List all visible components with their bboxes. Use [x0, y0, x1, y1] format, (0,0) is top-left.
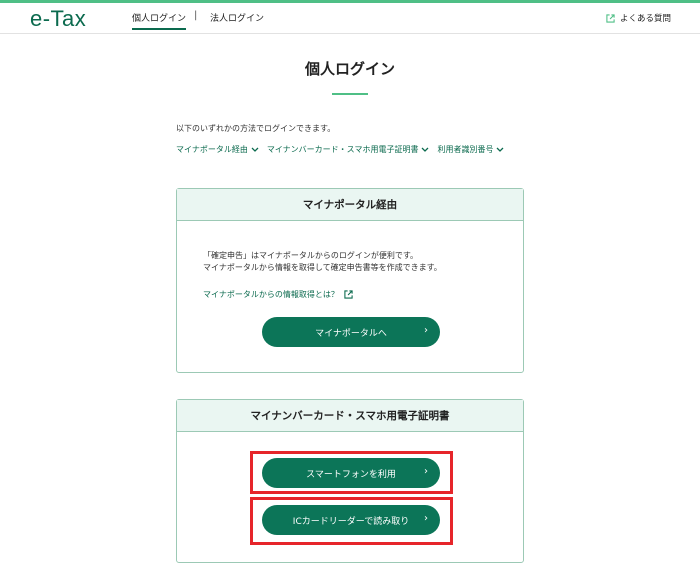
method-link-label: マイナンバーカード・スマホ用電子証明書: [266, 145, 419, 154]
title-underline: [332, 93, 368, 95]
chevron-down-icon: [421, 147, 429, 152]
button-label: マイナポータルへ: [315, 328, 387, 339]
faq-link[interactable]: よくある質問: [606, 12, 671, 24]
highlight-box-icreader: [250, 497, 453, 545]
tab-personal-login[interactable]: 個人ログイン: [132, 11, 187, 30]
portal-info-link-label: マイナポータルからの情報取得とは？: [203, 290, 339, 299]
page-title: 個人ログイン: [304, 60, 395, 78]
chevron-right-icon: ›: [424, 325, 428, 336]
method-link-portal[interactable]: マイナポータル経由: [176, 144, 259, 155]
tab-corporate-login[interactable]: 法人ログイン: [210, 11, 264, 24]
portal-info-link[interactable]: マイナポータルからの情報取得とは？: [203, 289, 353, 300]
card-description-line2: マイナポータルから情報を取得して確定申告書等を作成できます。: [203, 263, 442, 272]
chevron-down-icon: [251, 147, 259, 152]
intro-text: 以下のいずれかの方法でログインできます。: [176, 124, 336, 133]
card-mynaportal: マイナポータル経由 「確定申告」はマイナポータルからのログインが便利です。 マイ…: [176, 188, 524, 373]
method-link-card[interactable]: マイナンバーカード・スマホ用電子証明書: [267, 144, 430, 155]
etax-logo[interactable]: e-Tax: [30, 6, 86, 32]
card-title: マイナポータル経由: [177, 189, 523, 221]
mynaportal-button[interactable]: マイナポータルへ ›: [262, 317, 440, 347]
highlight-box-smartphone: [250, 451, 453, 494]
faq-label: よくある質問: [620, 14, 672, 24]
nav-separator: |: [194, 10, 198, 21]
method-links: マイナポータル経由 マイナンバーカード・スマホ用電子証明書 利用者識別番号: [176, 144, 504, 155]
card-description-line1: 「確定申告」はマイナポータルからのログインが便利です。: [203, 251, 419, 260]
external-link-icon: [344, 290, 353, 299]
site-header: e-Tax 個人ログイン | 法人ログイン よくある質問: [0, 3, 700, 34]
method-link-userid[interactable]: 利用者識別番号: [437, 144, 504, 155]
method-link-label: マイナポータル経由: [176, 145, 248, 154]
card-title: マイナンバーカード・スマホ用電子証明書: [177, 400, 523, 432]
external-link-icon: [606, 13, 615, 23]
method-link-label: 利用者識別番号: [437, 145, 494, 154]
chevron-down-icon: [496, 147, 504, 152]
